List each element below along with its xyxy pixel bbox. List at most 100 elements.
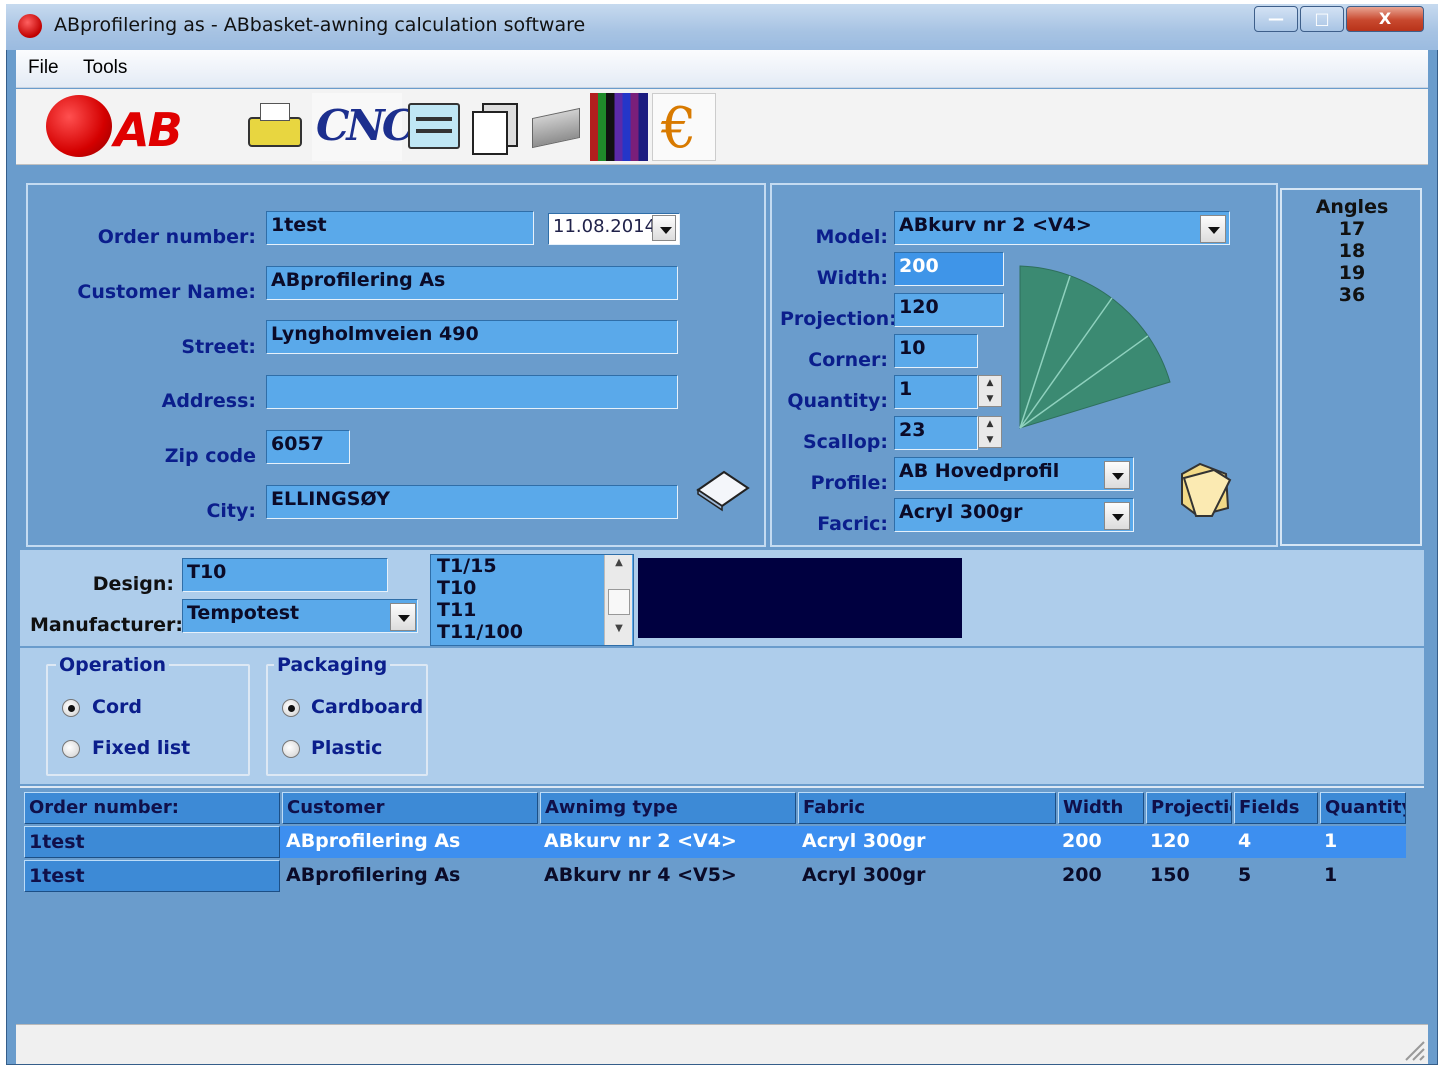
settings-form-icon[interactable] (404, 93, 464, 161)
row-order-number-cell[interactable]: 1test (24, 826, 280, 858)
ab-logo-icon[interactable]: AB (40, 93, 225, 161)
stepper-down-icon[interactable]: ▼ (979, 392, 1001, 407)
radio-plastic-label[interactable]: Plastic (311, 737, 382, 759)
resize-grip-icon[interactable] (1400, 1036, 1426, 1062)
table-cell[interactable]: Acryl 300gr (798, 860, 1056, 890)
window-title: ABprofilering as - ABbasket-awning calcu… (54, 14, 586, 36)
cnc-icon[interactable]: CNC (312, 93, 415, 161)
column-header-quantity[interactable]: Quantity (1320, 792, 1406, 824)
column-header-order-number[interactable]: Order number: (24, 792, 280, 824)
column-header-fields[interactable]: Fields (1234, 792, 1318, 824)
printer-icon[interactable] (526, 93, 586, 161)
radio-cardboard[interactable] (282, 699, 300, 717)
close-button[interactable]: X (1346, 6, 1424, 32)
quantity-field[interactable]: 1 (894, 375, 978, 409)
customer-name-field[interactable]: ABprofilering As (266, 266, 678, 300)
order-number-field[interactable]: 1test (266, 211, 534, 245)
design-preview (638, 558, 962, 638)
radio-fixed-list[interactable] (62, 740, 80, 758)
packaging-title: Packaging (274, 654, 391, 676)
list-item[interactable]: T1/15 (431, 555, 633, 577)
fabric-select[interactable]: Acryl 300gr (894, 498, 1134, 532)
scallop-field[interactable]: 23 (894, 416, 978, 450)
table-cell[interactable]: ABkurv nr 4 <V5> (540, 860, 796, 890)
design-field[interactable]: T10 (182, 558, 388, 592)
column-header-width[interactable]: Width (1058, 792, 1144, 824)
column-header-projection[interactable]: Projectio (1146, 792, 1232, 824)
model-select[interactable]: ABkurv nr 2 <V4> (894, 211, 1230, 245)
radio-cardboard-label[interactable]: Cardboard (311, 696, 423, 718)
table-cell[interactable]: ABkurv nr 2 <V4> (540, 826, 796, 856)
corner-label: Corner: (808, 349, 888, 371)
radio-cord-label[interactable]: Cord (92, 696, 142, 718)
table-cell[interactable]: 120 (1146, 826, 1232, 856)
width-field[interactable]: 200 (894, 252, 1004, 286)
stepper-up-icon[interactable]: ▲ (979, 417, 1001, 432)
table-cell[interactable]: ABprofilering As (282, 826, 538, 856)
scroll-down-icon[interactable]: ▼ (605, 623, 633, 641)
menu-file[interactable]: File (28, 57, 59, 79)
euro-icon[interactable]: € (652, 93, 716, 161)
customer-name-label: Customer Name: (77, 281, 256, 303)
radio-cord[interactable] (62, 699, 80, 717)
city-label: City: (206, 500, 256, 522)
street-field[interactable]: Lyngholmveien 490 (266, 320, 678, 354)
manufacturer-dropdown-button[interactable] (390, 603, 416, 631)
fabric-dropdown-button[interactable] (1104, 502, 1130, 530)
model-label: Model: (815, 226, 888, 248)
profile-label: Profile: (810, 472, 888, 494)
list-item[interactable]: T10 (431, 577, 633, 599)
stepper-up-icon[interactable]: ▲ (979, 376, 1001, 391)
menu-tools[interactable]: Tools (83, 57, 127, 79)
corner-field[interactable]: 10 (894, 334, 978, 368)
table-cell[interactable]: 4 (1234, 826, 1318, 856)
date-dropdown-button[interactable] (652, 215, 676, 241)
column-header-awning-type[interactable]: Awnimg type (540, 792, 796, 824)
radio-fixed-list-label[interactable]: Fixed list (92, 737, 190, 759)
manufacturer-select[interactable]: Tempotest (182, 599, 418, 633)
scallop-stepper[interactable]: ▲ ▼ (978, 416, 1002, 448)
column-header-fabric[interactable]: Fabric (798, 792, 1056, 824)
typewriter-paper (260, 103, 290, 121)
typewriter-icon[interactable] (240, 93, 310, 161)
stepper-down-icon[interactable]: ▼ (979, 433, 1001, 448)
radio-plastic[interactable] (282, 740, 300, 758)
address-field[interactable] (266, 375, 678, 409)
table-cell[interactable]: 1 (1320, 860, 1406, 890)
profile-select-value: AB Hovedprofil (899, 460, 1060, 482)
table-cell[interactable]: Acryl 300gr (798, 826, 1056, 856)
quantity-stepper[interactable]: ▲ ▼ (978, 375, 1002, 407)
ab-logo-text: AB (114, 103, 183, 157)
manufacturer-label: Manufacturer: (30, 614, 183, 636)
table-cell[interactable]: 150 (1146, 860, 1232, 890)
projection-label: Projection: (780, 308, 897, 330)
model-dropdown-button[interactable] (1200, 215, 1226, 243)
scroll-thumb[interactable] (608, 589, 630, 615)
folder-icon[interactable] (1176, 456, 1234, 520)
awning-preview-fan (1019, 265, 1171, 429)
profile-select[interactable]: AB Hovedprofil (894, 457, 1134, 491)
maximize-button[interactable]: □ (1300, 6, 1344, 32)
form-line (416, 117, 452, 121)
table-cell[interactable]: 200 (1058, 826, 1144, 856)
list-item[interactable]: T11/100 (431, 621, 633, 643)
eraser-icon[interactable] (694, 466, 752, 512)
fabric-colors-icon[interactable] (590, 93, 648, 161)
zip-code-field[interactable]: 6057 (266, 430, 350, 464)
documents-icon[interactable] (468, 93, 524, 161)
table-cell[interactable]: 5 (1234, 860, 1318, 890)
scroll-up-icon[interactable]: ▲ (605, 557, 633, 575)
profile-dropdown-button[interactable] (1104, 461, 1130, 489)
table-cell[interactable]: 200 (1058, 860, 1144, 890)
list-item[interactable]: T11 (431, 599, 633, 621)
minimize-button[interactable]: — (1254, 6, 1298, 32)
projection-field[interactable]: 120 (894, 293, 1004, 327)
table-cell[interactable]: 1 (1320, 826, 1406, 856)
width-label: Width: (816, 267, 888, 289)
row-order-number-cell[interactable]: 1test (24, 860, 280, 892)
address-label: Address: (161, 390, 256, 412)
city-field[interactable]: ELLINGSØY (266, 485, 678, 519)
listbox-scrollbar[interactable]: ▲ ▼ (604, 555, 632, 645)
column-header-customer[interactable]: Customer (282, 792, 538, 824)
table-cell[interactable]: ABprofilering As (282, 860, 538, 890)
